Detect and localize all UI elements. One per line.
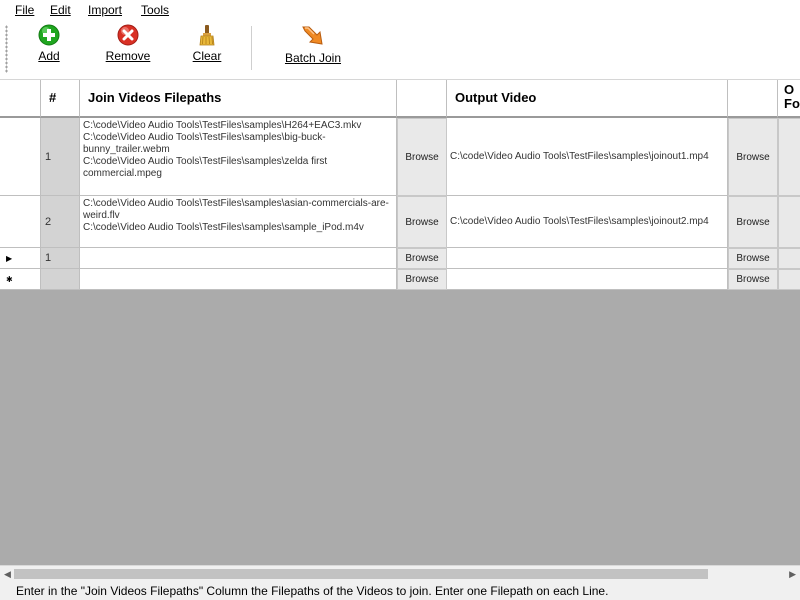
add-icon (38, 24, 60, 46)
toolbar: Add Remove Clear Batch Join (0, 21, 800, 80)
status-bar: Enter in the "Join Videos Filepaths" Col… (0, 582, 800, 600)
menu-bar: File Edit Import Tools (0, 0, 800, 21)
scroll-right-icon[interactable]: ▶ (789, 569, 796, 580)
row-number (41, 269, 80, 290)
menu-tools[interactable]: Tools (141, 3, 169, 17)
browse-output-button[interactable]: Browse (728, 196, 778, 248)
menu-edit[interactable]: Edit (50, 3, 71, 17)
join-paths-cell[interactable] (80, 269, 397, 290)
row-number: 2 (41, 196, 80, 248)
menu-import-label: Import (88, 3, 123, 17)
remove-button[interactable]: Remove (104, 24, 152, 74)
add-button[interactable]: Add (34, 24, 64, 74)
toolbar-grip[interactable] (5, 25, 8, 73)
horizontal-scrollbar[interactable]: ◀ ▶ (0, 565, 800, 582)
partial-column-cell[interactable] (778, 118, 800, 196)
merge-arrow-icon (302, 26, 323, 45)
broom-icon (199, 25, 215, 46)
browse-paths-button[interactable]: Browse (397, 118, 447, 196)
browse-col-header-1[interactable] (397, 80, 447, 118)
browse-output-button[interactable]: Browse (728, 269, 778, 290)
browse-paths-button[interactable]: Browse (397, 248, 447, 269)
remove-button-label: Remove (105, 49, 151, 63)
batch-join-button[interactable]: Batch Join (284, 24, 342, 74)
partial-column-cell[interactable] (778, 196, 800, 248)
grid-corner-header[interactable] (0, 80, 41, 118)
toolbar-separator (251, 26, 252, 70)
browse-col-header-2[interactable] (728, 80, 778, 118)
join-paths-header[interactable]: Join Videos Filepaths (80, 80, 397, 118)
scroll-left-icon[interactable]: ◀ (4, 569, 11, 580)
output-video-header[interactable]: Output Video (447, 80, 728, 118)
partial-column-header[interactable]: O Fo (778, 80, 800, 118)
browse-output-button[interactable]: Browse (728, 248, 778, 269)
output-video-cell[interactable]: C:\code\Video Audio Tools\TestFiles\samp… (447, 196, 728, 248)
row-number-header[interactable]: # (41, 80, 80, 118)
clear-button-label: Clear (192, 49, 222, 63)
partial-column-cell[interactable] (778, 248, 800, 269)
partial-column-cell[interactable] (778, 269, 800, 290)
output-video-cell[interactable] (447, 269, 728, 290)
menu-import[interactable]: Import (88, 3, 122, 17)
join-videos-grid[interactable]: # Join Videos Filepaths Output Video O F… (0, 80, 800, 565)
batch-join-button-label: Batch Join (284, 51, 342, 65)
browse-paths-button[interactable]: Browse (397, 196, 447, 248)
clear-button[interactable]: Clear (190, 24, 224, 74)
row-header[interactable] (0, 196, 41, 248)
current-row-indicator-icon[interactable]: ▶ (0, 248, 41, 269)
join-paths-cell[interactable]: C:\code\Video Audio Tools\TestFiles\samp… (80, 118, 397, 196)
menu-file-label: File (15, 3, 35, 17)
menu-edit-label: Edit (50, 3, 71, 17)
browse-output-button[interactable]: Browse (728, 118, 778, 196)
menu-file[interactable]: File (15, 3, 34, 17)
join-paths-cell[interactable] (80, 248, 397, 269)
new-row-indicator-icon[interactable]: ✱ (0, 269, 41, 290)
partial-header-line2: Fo (784, 96, 800, 111)
join-paths-cell[interactable]: C:\code\Video Audio Tools\TestFiles\samp… (80, 196, 397, 248)
output-video-cell[interactable] (447, 248, 728, 269)
row-number: 1 (41, 118, 80, 196)
menu-tools-label: Tools (141, 3, 170, 17)
browse-paths-button[interactable]: Browse (397, 269, 447, 290)
add-button-label: Add (38, 49, 60, 63)
scrollbar-thumb[interactable] (14, 569, 708, 579)
row-header[interactable] (0, 118, 41, 196)
partial-header-line1: O (784, 82, 795, 97)
output-video-cell[interactable]: C:\code\Video Audio Tools\TestFiles\samp… (447, 118, 728, 196)
remove-icon (117, 24, 139, 46)
row-number: 1 (41, 248, 80, 269)
